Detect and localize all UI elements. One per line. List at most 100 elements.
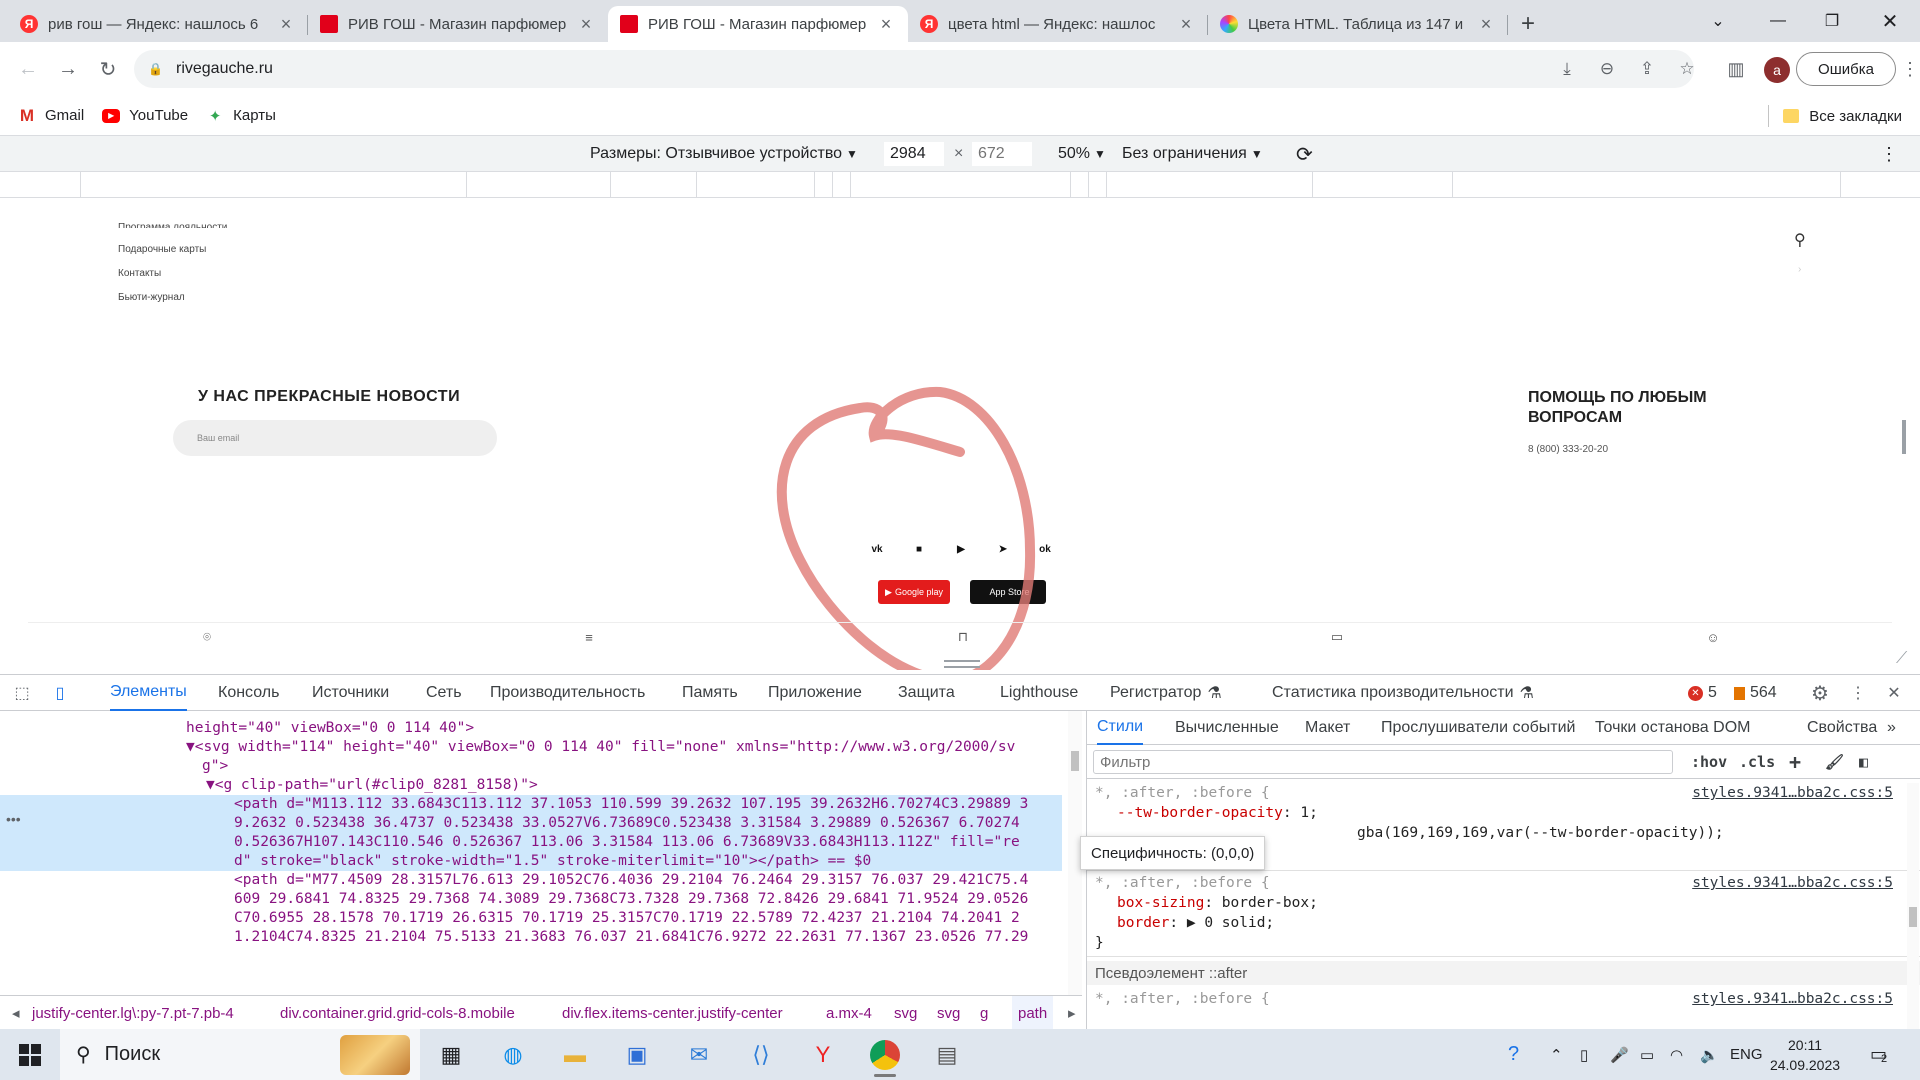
forward-button[interactable]: → (48, 49, 88, 89)
resize-handle-bottom[interactable] (944, 660, 980, 668)
devtools-tab[interactable]: Производительность (490, 675, 645, 711)
breadcrumb-item[interactable]: a.mx-4 (826, 996, 872, 1030)
taskbar-clock[interactable]: 20:11 24.09.2023 (1760, 1035, 1850, 1075)
dom-node-line[interactable]: <path d="M113.112 33.6843C113.112 37.105… (0, 795, 1062, 814)
devtools-tab[interactable]: Приложение (768, 675, 862, 711)
dom-tree[interactable]: height="40" viewBox="0 0 114 40"> ▼<svg w… (0, 711, 1062, 995)
new-tab-button[interactable]: + (1508, 6, 1548, 42)
windows-start-button[interactable] (8, 1029, 52, 1080)
devtools-tab[interactable]: Защита (898, 675, 955, 711)
devtools-close-icon[interactable]: ✕ (1882, 681, 1906, 705)
file-explorer-icon[interactable]: ▬ (552, 1032, 598, 1078)
resize-corner-icon[interactable]: ⟋ (1896, 650, 1907, 668)
close-tab-icon[interactable]: × (576, 14, 596, 35)
cart-bag-icon[interactable]: ⊓ (954, 629, 972, 645)
dom-node-line[interactable]: 0.526367H107.143C110.546 0.526367 113.06… (0, 833, 1062, 852)
help-icon[interactable]: ? (1508, 1029, 1519, 1080)
tray-chevron-icon[interactable]: ⌃ (1550, 1029, 1563, 1080)
back-button[interactable]: ← (8, 49, 48, 89)
close-tab-icon[interactable]: × (1176, 14, 1196, 35)
device-icon[interactable]: ▯ (1580, 1029, 1588, 1080)
dimensions-dropdown[interactable]: Размеры: Отзывчивое устройство ▼ (590, 136, 858, 172)
breadcrumb-item[interactable]: justify-center.lg\:py-7.pt-7.pb-4 (32, 996, 234, 1030)
devtools-tab[interactable]: Элементы (110, 675, 187, 711)
devtools-tab[interactable]: Lighthouse (1000, 675, 1078, 711)
more-tabs-icon[interactable]: » (1887, 711, 1896, 745)
rule-source-link[interactable]: styles.9341…bba2c.css:5 (1692, 873, 1893, 893)
dom-node-line[interactable]: 9.2632 0.523438 36.4737 0.523438 33.0527… (0, 814, 1062, 833)
paint-brush-icon[interactable]: 🖌 (1825, 750, 1844, 774)
minimize-button[interactable]: — (1748, 0, 1808, 42)
devtools-tab[interactable]: Память (682, 675, 738, 711)
search-icon[interactable]: ⚲ (1794, 230, 1806, 250)
resize-handle-right[interactable] (1902, 420, 1906, 454)
app-window-icon[interactable]: ▤ (924, 1032, 970, 1078)
address-bar[interactable]: 🔒 rivegauche.ru ⤓ ⊖ ⇪ ☆ (134, 50, 1695, 88)
help-phone[interactable]: 8 (800) 333-20-20 (1528, 444, 1608, 455)
language-indicator[interactable]: ENG (1730, 1029, 1763, 1080)
styles-tab[interactable]: Вычисленные (1175, 711, 1279, 745)
bookmark-youtube[interactable]: ▶ YouTube (102, 107, 188, 124)
microphone-icon[interactable]: 🎤 (1610, 1029, 1629, 1080)
catalog-menu-icon[interactable]: ≡ (580, 629, 598, 645)
card-icon[interactable]: ▭ (1328, 629, 1346, 645)
maximize-button[interactable]: ❐ (1802, 0, 1862, 42)
dom-node-line[interactable]: <path d="M77.4509 28.3157L76.613 29.1052… (234, 871, 1028, 890)
dom-node-line[interactable]: g"> (202, 757, 228, 776)
error-button[interactable]: Ошибка (1796, 52, 1896, 86)
width-input[interactable] (884, 142, 944, 166)
rule-source-link[interactable]: styles.9341…bba2c.css:5 (1692, 989, 1893, 1009)
browser-tab[interactable]: Яцвета html — Яндекс: нашлос × (908, 6, 1208, 42)
store-icon[interactable]: ▣ (614, 1032, 660, 1078)
ellipsis-icon[interactable]: ••• (6, 811, 21, 827)
rotate-icon[interactable]: ⟳ (1296, 136, 1313, 172)
dom-node-line[interactable]: ▼<g clip-path="url(#clip0_8281_8158)"> (206, 776, 538, 795)
styles-scrollbar[interactable] (1907, 783, 1919, 1029)
wifi-icon[interactable]: ◠ (1670, 1029, 1683, 1080)
menu-link-gift-cards[interactable]: Подарочные карты (118, 244, 206, 255)
devtools-tab[interactable]: Регистратор ⚗ (1110, 675, 1222, 711)
dom-node-line[interactable]: C70.6955 28.1578 70.1719 26.6315 70.1719… (234, 909, 1020, 928)
device-toggle-icon[interactable]: ▯ (48, 681, 72, 705)
more-options-icon[interactable]: ⋮ (1880, 136, 1898, 172)
add-rule-icon[interactable]: + (1789, 750, 1801, 774)
avatar[interactable]: a (1764, 57, 1790, 83)
chrome-icon[interactable] (862, 1032, 908, 1078)
browser-tab[interactable]: Цвета HTML. Таблица из 147 и × (1208, 6, 1508, 42)
styles-tab[interactable]: Прослушиватели событий (1381, 711, 1575, 745)
edge-icon[interactable]: ◍ (490, 1032, 536, 1078)
menu-link-contacts[interactable]: Контакты (118, 268, 161, 279)
share-icon[interactable]: ⇪ (1628, 50, 1666, 88)
cls-button[interactable]: .cls (1739, 750, 1775, 774)
task-view-icon[interactable]: ▦ (428, 1032, 474, 1078)
devtools-tab[interactable]: Статистика производительности ⚗ (1272, 675, 1534, 711)
style-declaration[interactable]: --tw-border-opacity: 1; (1087, 803, 1920, 823)
dom-node-line[interactable]: 609 29.6841 74.8325 29.7368 74.3089 29.7… (234, 890, 1028, 909)
style-declaration[interactable]: border: ▶ 0 solid; (1087, 913, 1920, 933)
height-input[interactable] (972, 142, 1032, 166)
menu-icon[interactable]: ⋮ (1894, 53, 1920, 85)
browser-tab[interactable]: Ярив гош — Яндекс: нашлось 6 × (8, 6, 308, 42)
styles-tab[interactable]: Макет (1305, 711, 1350, 745)
close-tab-icon[interactable]: × (276, 14, 296, 35)
styles-tab[interactable]: Точки останова DOM (1595, 711, 1750, 745)
menu-link-beauty-journal[interactable]: Бьюти-журнал (118, 292, 185, 303)
breadcrumb-left-arrow-icon[interactable]: ◂ (12, 996, 20, 1030)
error-counter[interactable]: ✕ 5 (1688, 675, 1717, 711)
media-query-bar[interactable] (0, 172, 1920, 198)
breadcrumb-item[interactable]: div.container.grid.grid-cols-8.mobile (280, 996, 515, 1030)
location-pin-icon[interactable]: ⌾ (198, 629, 216, 645)
bookmark-star-icon[interactable]: ☆ (1668, 50, 1706, 88)
yandex-browser-icon[interactable]: Y (800, 1032, 846, 1078)
devtools-tab[interactable]: Консоль (218, 675, 279, 711)
email-input[interactable]: Ваш email (173, 420, 497, 456)
devtools-tab[interactable]: Сеть (426, 675, 462, 711)
close-tab-icon[interactable]: × (876, 14, 896, 35)
browser-tab[interactable]: РИВ ГОШ - Магазин парфюмер × (308, 6, 608, 42)
breadcrumb-item[interactable]: svg (937, 996, 960, 1030)
close-window-button[interactable]: ✕ (1860, 0, 1920, 42)
breadcrumb-item[interactable]: g (980, 996, 988, 1030)
styles-filter-input[interactable] (1093, 750, 1673, 774)
all-bookmarks-button[interactable]: Все закладки (1768, 96, 1902, 136)
breadcrumb-item[interactable]: svg (894, 996, 917, 1030)
